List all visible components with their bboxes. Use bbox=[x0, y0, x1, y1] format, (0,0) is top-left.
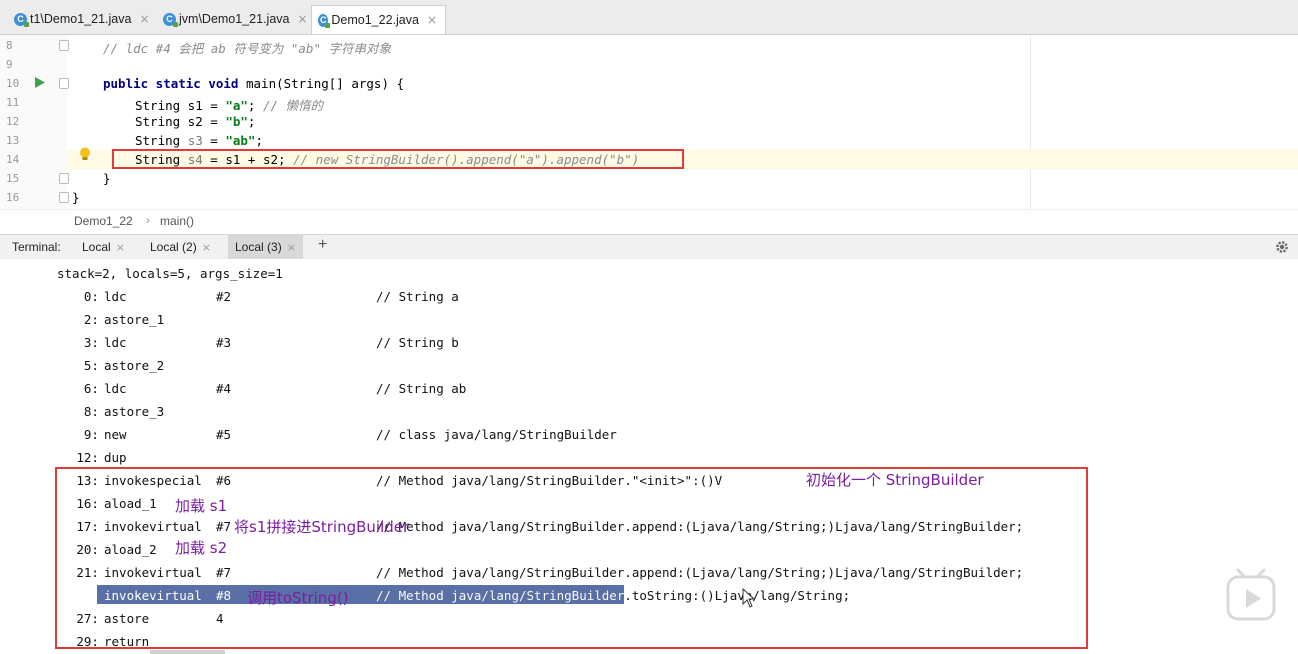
bytecode-argument: #3 bbox=[216, 335, 232, 350]
breadcrumb-method[interactable]: main() bbox=[160, 214, 194, 228]
add-terminal-icon[interactable]: + bbox=[318, 236, 327, 254]
code-line-main-signature: public static void main(String[] args) { bbox=[103, 76, 405, 91]
annotation-init-builder: 初始化一个 StringBuilder bbox=[806, 471, 984, 489]
line-number: 12 bbox=[6, 115, 20, 128]
bytecode-header: stack=2, locals=5, args_size=1 bbox=[57, 266, 283, 281]
editor-tab-bar: C t1\Demo1_21.java × C jvm\Demo1_21.java… bbox=[0, 0, 1298, 35]
gear-icon[interactable] bbox=[1275, 240, 1289, 254]
terminal-tab-local[interactable]: Local × bbox=[76, 235, 131, 259]
terminal-toolbar: Terminal: Local × Local (2) × Local (3) … bbox=[0, 234, 1298, 260]
bytecode-opcode: astore_2 bbox=[104, 358, 165, 373]
breadcrumb-class[interactable]: Demo1_22 bbox=[74, 214, 133, 228]
terminal-tab-label: Local (3) bbox=[235, 240, 282, 254]
right-margin-guide bbox=[1030, 35, 1031, 209]
bytecode-offset: 2: bbox=[83, 312, 99, 327]
annotation-call-tostring: 调用toString() bbox=[247, 589, 349, 607]
tab-jvm-demo1-21[interactable]: C jvm\Demo1_21.java × bbox=[157, 6, 316, 32]
code-line-s1: String s1 = "a"; // 懒惰的 bbox=[135, 98, 324, 113]
java-class-icon: C bbox=[163, 12, 178, 27]
code-closing-brace: } bbox=[103, 171, 111, 186]
bytecode-offset: 0: bbox=[83, 289, 99, 304]
horizontal-scrollbar[interactable] bbox=[150, 650, 225, 654]
tab-label: t1\Demo1_21.java bbox=[30, 12, 132, 26]
bytecode-offset: 3: bbox=[83, 335, 99, 350]
code-comment-line: // ldc #4 会把 ab 符号变为 "ab" 字符串对象 bbox=[103, 41, 392, 56]
code-highlight-box bbox=[112, 149, 684, 169]
terminal-tab-label: Local (2) bbox=[150, 240, 197, 254]
code-closing-brace: } bbox=[72, 190, 80, 205]
bytecode-comment: // String ab bbox=[376, 381, 467, 396]
breadcrumb-separator: › bbox=[146, 213, 150, 227]
line-number: 9 bbox=[6, 58, 13, 71]
line-number: 15 bbox=[6, 172, 20, 185]
bytecode-comment: // String a bbox=[376, 289, 459, 304]
close-icon[interactable]: × bbox=[116, 241, 125, 254]
bytecode-offset: 9: bbox=[83, 427, 99, 442]
fold-marker-icon[interactable] bbox=[59, 192, 69, 203]
bytecode-offset: 5: bbox=[83, 358, 99, 373]
java-class-icon: C bbox=[318, 13, 331, 28]
code-line-s3: String s3 = "ab"; bbox=[135, 133, 263, 148]
bytecode-offset: 12: bbox=[76, 450, 99, 465]
bytecode-opcode: new bbox=[104, 427, 127, 442]
bilibili-play-icon[interactable] bbox=[1226, 566, 1276, 622]
annotation-append-s1: 将s1拼接进StringBuilder bbox=[234, 518, 410, 536]
tab-label: jvm\Demo1_21.java bbox=[179, 12, 290, 26]
bytecode-argument: #5 bbox=[216, 427, 232, 442]
line-number: 8 bbox=[6, 39, 13, 52]
line-number: 11 bbox=[6, 96, 20, 109]
java-class-icon: C bbox=[14, 12, 29, 27]
bytecode-opcode: ldc bbox=[104, 381, 127, 396]
bytecode-opcode: ldc bbox=[104, 289, 127, 304]
close-icon[interactable]: × bbox=[202, 241, 211, 254]
line-number: 10 bbox=[6, 77, 20, 90]
line-number: 13 bbox=[6, 134, 20, 147]
terminal-tab-local-3[interactable]: Local (3) × bbox=[228, 235, 303, 259]
bytecode-comment: // class java/lang/StringBuilder bbox=[376, 427, 617, 442]
close-icon[interactable]: × bbox=[427, 13, 437, 27]
bytecode-opcode: astore_1 bbox=[104, 312, 165, 327]
code-line-s2: String s2 = "b"; bbox=[135, 114, 256, 129]
bytecode-comment: // String b bbox=[376, 335, 459, 350]
bytecode-argument: #2 bbox=[216, 289, 232, 304]
bytecode-offset: 6: bbox=[83, 381, 99, 396]
run-icon[interactable] bbox=[35, 77, 45, 88]
tab-t1-demo1-21[interactable]: C t1\Demo1_21.java × bbox=[8, 6, 158, 32]
annotation-load-s1: 加载 s1 bbox=[175, 497, 228, 515]
close-icon[interactable]: × bbox=[139, 12, 149, 26]
lightbulb-icon[interactable] bbox=[79, 147, 91, 162]
line-number: 16 bbox=[6, 191, 20, 204]
bytecode-opcode: ldc bbox=[104, 335, 127, 350]
fold-marker-icon[interactable] bbox=[59, 173, 69, 184]
close-icon[interactable]: × bbox=[287, 241, 296, 254]
fold-marker-icon[interactable] bbox=[59, 40, 69, 51]
bytecode-opcode: astore_3 bbox=[104, 404, 165, 419]
bytecode-offset: 8: bbox=[83, 404, 99, 419]
terminal-tab-local-2[interactable]: Local (2) × bbox=[144, 235, 217, 259]
breadcrumb: Demo1_22 › main() bbox=[0, 209, 1298, 234]
tab-label: Demo1_22.java bbox=[331, 13, 419, 27]
annotation-load-s2: 加载 s2 bbox=[175, 539, 228, 557]
close-icon[interactable]: × bbox=[297, 12, 307, 26]
mouse-cursor-icon bbox=[742, 588, 756, 608]
fold-marker-icon[interactable] bbox=[59, 78, 69, 89]
bytecode-argument: #4 bbox=[216, 381, 232, 396]
bytecode-opcode: dup bbox=[104, 450, 127, 465]
tab-demo1-22[interactable]: C Demo1_22.java × bbox=[311, 5, 446, 34]
terminal-tab-label: Local bbox=[82, 240, 111, 254]
line-number: 14 bbox=[6, 153, 20, 166]
terminal-label: Terminal: bbox=[12, 240, 61, 254]
